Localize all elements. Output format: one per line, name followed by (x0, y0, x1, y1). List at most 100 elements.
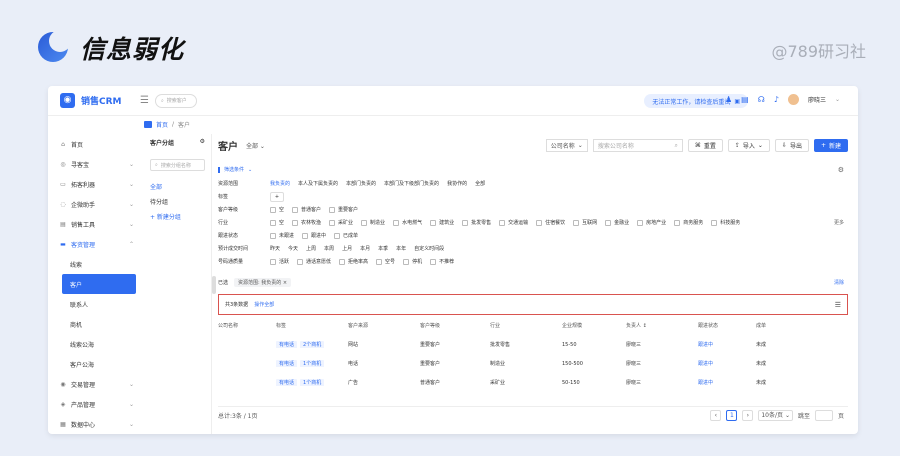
sidebar-item[interactable]: ⌂ 首页 (48, 134, 140, 154)
group-search-input[interactable]: ⌕ 搜索分组名称 (150, 159, 205, 171)
page-number[interactable]: 1 (726, 410, 738, 421)
filter-option[interactable]: 未跟进 (270, 232, 294, 239)
column-header[interactable]: 客户来源 (348, 322, 420, 329)
checkbox[interactable] (605, 219, 612, 226)
selected-tag[interactable]: 资源范围: 我负责的 × (234, 277, 292, 287)
column-header[interactable]: 客户等级 (420, 322, 490, 329)
group-item-all[interactable]: 全部 (144, 179, 211, 194)
column-header[interactable]: 成单 (756, 322, 786, 329)
filter-option[interactable]: 住宿餐饮 (536, 219, 565, 226)
cell-status[interactable]: 跟进中 (698, 341, 756, 348)
goto-page-input[interactable] (814, 410, 833, 421)
filter-option[interactable]: 拒绝率高 (339, 258, 368, 265)
sidebar-item[interactable]: ▦ 数据中心 ⌄ (48, 414, 140, 434)
brand[interactable]: ◉ 销售CRM (48, 93, 140, 108)
filter-option[interactable]: 商务服务 (674, 219, 703, 226)
sidebar-item[interactable]: ◉ 交易管理 ⌄ (48, 374, 140, 394)
filter-option[interactable]: 全部 (475, 180, 485, 187)
sidebar-item[interactable]: ▭ 拓客利器 ⌄ (48, 174, 140, 194)
checkbox[interactable] (462, 219, 469, 226)
cell-status[interactable]: 跟进中 (698, 379, 756, 386)
column-header[interactable]: 行业 (490, 322, 562, 329)
global-search-input[interactable]: ⌕ 搜索客户 (154, 93, 197, 108)
sidebar-subitem[interactable]: 客户 (62, 274, 136, 294)
filter-option[interactable]: 空号 (376, 258, 395, 265)
add-group-button[interactable]: + 新建分组 (144, 209, 211, 224)
clear-filters-button[interactable]: 清除 (834, 279, 844, 286)
filter-option[interactable]: 本部门及下级部门负责的 (384, 180, 439, 187)
page-size-select[interactable]: 10条/页 ⌄ (758, 410, 793, 421)
filter-option[interactable]: 普通客户 (292, 206, 321, 213)
filter-option[interactable]: 不推荐 (430, 258, 454, 265)
table-row[interactable]: 有电话 2个商机 网站 重要客户 批发零售 15-50 廖晓三 跟进中 未成 (218, 335, 848, 354)
headset-icon[interactable]: ☊ (758, 95, 765, 104)
filter-option[interactable]: 本部门负责的 (346, 180, 376, 187)
checkbox[interactable] (270, 258, 276, 265)
checkbox[interactable] (637, 219, 644, 226)
chevron-down-icon[interactable]: ⌄ (835, 96, 840, 103)
panel-resize-handle[interactable] (212, 276, 216, 294)
table-row[interactable]: 有电话 1个商机 广告 普通客户 采矿业 50-150 廖晓三 跟进中 未成 (218, 373, 848, 392)
filter-option[interactable]: 重要客户 (329, 206, 358, 213)
sidebar-item[interactable]: ▤ 销售工具 ⌄ (48, 214, 140, 234)
sidebar-subitem[interactable]: 客户公海 (48, 354, 140, 374)
gear-icon[interactable]: ⚙ (200, 138, 205, 147)
sidebar-item[interactable]: ◎ 寻客宝 ⌄ (48, 154, 140, 174)
column-header[interactable]: 标签 (276, 322, 348, 329)
filter-option[interactable]: 空 (270, 206, 284, 213)
filter-option[interactable]: 跟进中 (302, 232, 326, 239)
checkbox[interactable] (361, 219, 368, 226)
filter-option[interactable]: 科技服务 (711, 219, 740, 226)
column-header[interactable]: 公司名称 (218, 322, 276, 329)
sidebar-subitem[interactable]: 线索 (48, 254, 140, 274)
breadcrumb-home[interactable]: 首页 (156, 120, 168, 129)
more-button[interactable]: 更多 (834, 219, 844, 226)
checkbox[interactable] (536, 219, 543, 226)
bell-icon[interactable]: ♪ (774, 95, 779, 104)
checkbox[interactable] (297, 258, 304, 265)
checkbox[interactable] (674, 219, 681, 226)
filter-option[interactable]: 自定义时间段 (414, 245, 444, 252)
checkbox[interactable] (403, 258, 410, 265)
filter-option[interactable]: 昨天 (270, 245, 280, 252)
menu-toggle-icon[interactable]: ☰ (140, 95, 149, 106)
checkbox[interactable] (430, 258, 437, 265)
filter-option[interactable]: 互联网 (573, 219, 597, 226)
filter-option[interactable]: 上周 (306, 245, 316, 252)
checkbox[interactable] (393, 219, 400, 226)
export-button[interactable]: ⇩ 导出 (774, 139, 809, 152)
filter-option[interactable]: 本年 (396, 245, 406, 252)
filter-option[interactable]: 活跃 (270, 258, 289, 265)
bulk-action-link[interactable]: 操作全部 (254, 301, 274, 308)
column-header[interactable]: 负责人 ↕ (626, 322, 698, 329)
username[interactable]: 廖晓三 (808, 95, 826, 104)
filter-option[interactable]: 本人及下属负责的 (298, 180, 338, 187)
filter-option[interactable]: 本季 (378, 245, 388, 252)
filter-option[interactable]: 水电燃气 (393, 219, 422, 226)
checkbox[interactable] (292, 219, 299, 226)
sidebar-subitem[interactable]: 商机 (48, 314, 140, 334)
group-item-ungrouped[interactable]: 待分组 (144, 194, 211, 209)
checkbox[interactable] (329, 219, 336, 226)
filter-option[interactable]: 建筑业 (430, 219, 454, 226)
filter-option[interactable]: 采矿业 (329, 219, 353, 226)
checkbox[interactable] (334, 232, 341, 239)
filter-option[interactable]: 通话意愿低 (297, 258, 331, 265)
avatar[interactable] (787, 94, 799, 105)
filter-option[interactable]: 停机 (403, 258, 422, 265)
checkbox[interactable] (376, 258, 383, 265)
column-settings-icon[interactable]: ☰ (835, 301, 841, 309)
sidebar-subitem[interactable]: 线索公海 (48, 334, 140, 354)
new-customer-button[interactable]: + 新建 (813, 139, 848, 152)
close-icon[interactable]: × (283, 280, 287, 286)
table-row[interactable]: 有电话 1个商机 电话 重要客户 制造业 150-500 廖晓三 跟进中 未成 (218, 354, 848, 373)
add-tag-button[interactable]: + (270, 191, 284, 202)
checkbox[interactable] (430, 219, 437, 226)
checkbox[interactable] (711, 219, 718, 226)
gear-icon[interactable]: ⚙ (838, 166, 844, 174)
scope-select[interactable]: 全部 ⌄ (246, 141, 265, 150)
checkbox[interactable] (573, 219, 580, 226)
sidebar-item[interactable]: ◌ 企微助手 ⌄ (48, 194, 140, 214)
filter-option[interactable]: 本月 (360, 245, 370, 252)
filter-option[interactable]: 房地产业 (637, 219, 666, 226)
